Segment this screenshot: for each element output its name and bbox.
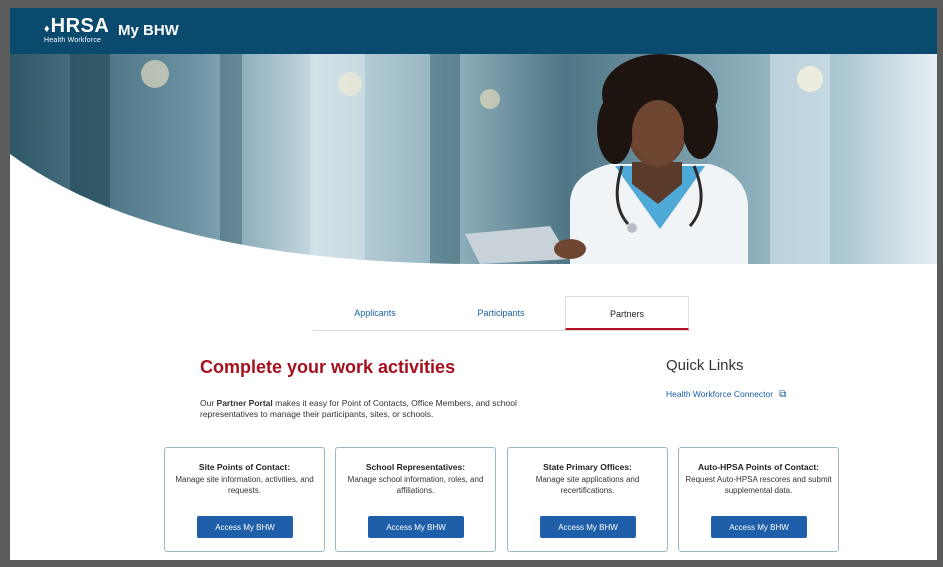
page-title: Complete your work activities <box>200 357 456 377</box>
external-link-icon: ⧉ <box>779 389 787 400</box>
card-title: State Primary Offices: <box>543 462 632 472</box>
card-title: School Representatives: <box>365 462 466 472</box>
top-navigation-bar: ♦HRSA Health Workforce My BHW <box>10 8 937 54</box>
quick-links-title: Quick Links <box>666 357 744 374</box>
app-title[interactable]: My BHW <box>118 22 179 39</box>
card-title: Auto-HPSA Points of Contact: <box>697 462 820 472</box>
card-description: Manage school information, roles, and af… <box>347 475 484 495</box>
card-title: Site Points of Contact: <box>198 462 291 472</box>
card-description: Manage site information, activities, and… <box>175 475 314 495</box>
tab-applicants[interactable]: Applicants <box>313 296 437 330</box>
audience-tabs: Applicants Participants Partners <box>313 296 689 331</box>
access-my-bhw-button[interactable]: Access My BHW <box>540 516 636 538</box>
card-auto-hpsa-points-of-contact: Auto-HPSA Points of Contact: Request Aut… <box>678 447 839 552</box>
card-school-representatives: School Representatives: Manage school in… <box>335 447 496 552</box>
access-my-bhw-button[interactable]: Access My BHW <box>368 516 464 538</box>
hero-banner <box>10 54 937 264</box>
health-workforce-connector-link[interactable]: Health Workforce Connector ⧉ <box>666 389 786 400</box>
card-description: Request Auto-HPSA rescores and submit su… <box>685 475 832 495</box>
intro-prefix: Our <box>200 398 217 408</box>
eagle-icon: ♦ <box>44 23 50 35</box>
card-state-primary-offices: State Primary Offices: Manage site appli… <box>507 447 668 552</box>
tab-participants[interactable]: Participants <box>439 296 563 330</box>
tab-partners[interactable]: Partners <box>565 296 689 330</box>
logo-subtext: Health Workforce <box>44 37 102 44</box>
intro-bold: Partner Portal <box>216 398 273 408</box>
link-label: Health Workforce Connector <box>666 389 774 399</box>
browser-frame: ♦HRSA Health Workforce My BHW Applicants… <box>10 8 937 560</box>
intro-text: Our Partner Portal makes it easy for Poi… <box>200 398 570 420</box>
access-my-bhw-button[interactable]: Access My BHW <box>197 516 293 538</box>
card-site-points-of-contact: Site Points of Contact: Manage site info… <box>164 447 325 552</box>
logo-text: HRSA <box>50 15 110 37</box>
card-description: Manage site applications and recertifica… <box>535 475 640 495</box>
hero-image <box>10 54 830 264</box>
hrsa-logo[interactable]: ♦HRSA Health Workforce <box>44 16 109 44</box>
access-my-bhw-button[interactable]: Access My BHW <box>711 516 807 538</box>
